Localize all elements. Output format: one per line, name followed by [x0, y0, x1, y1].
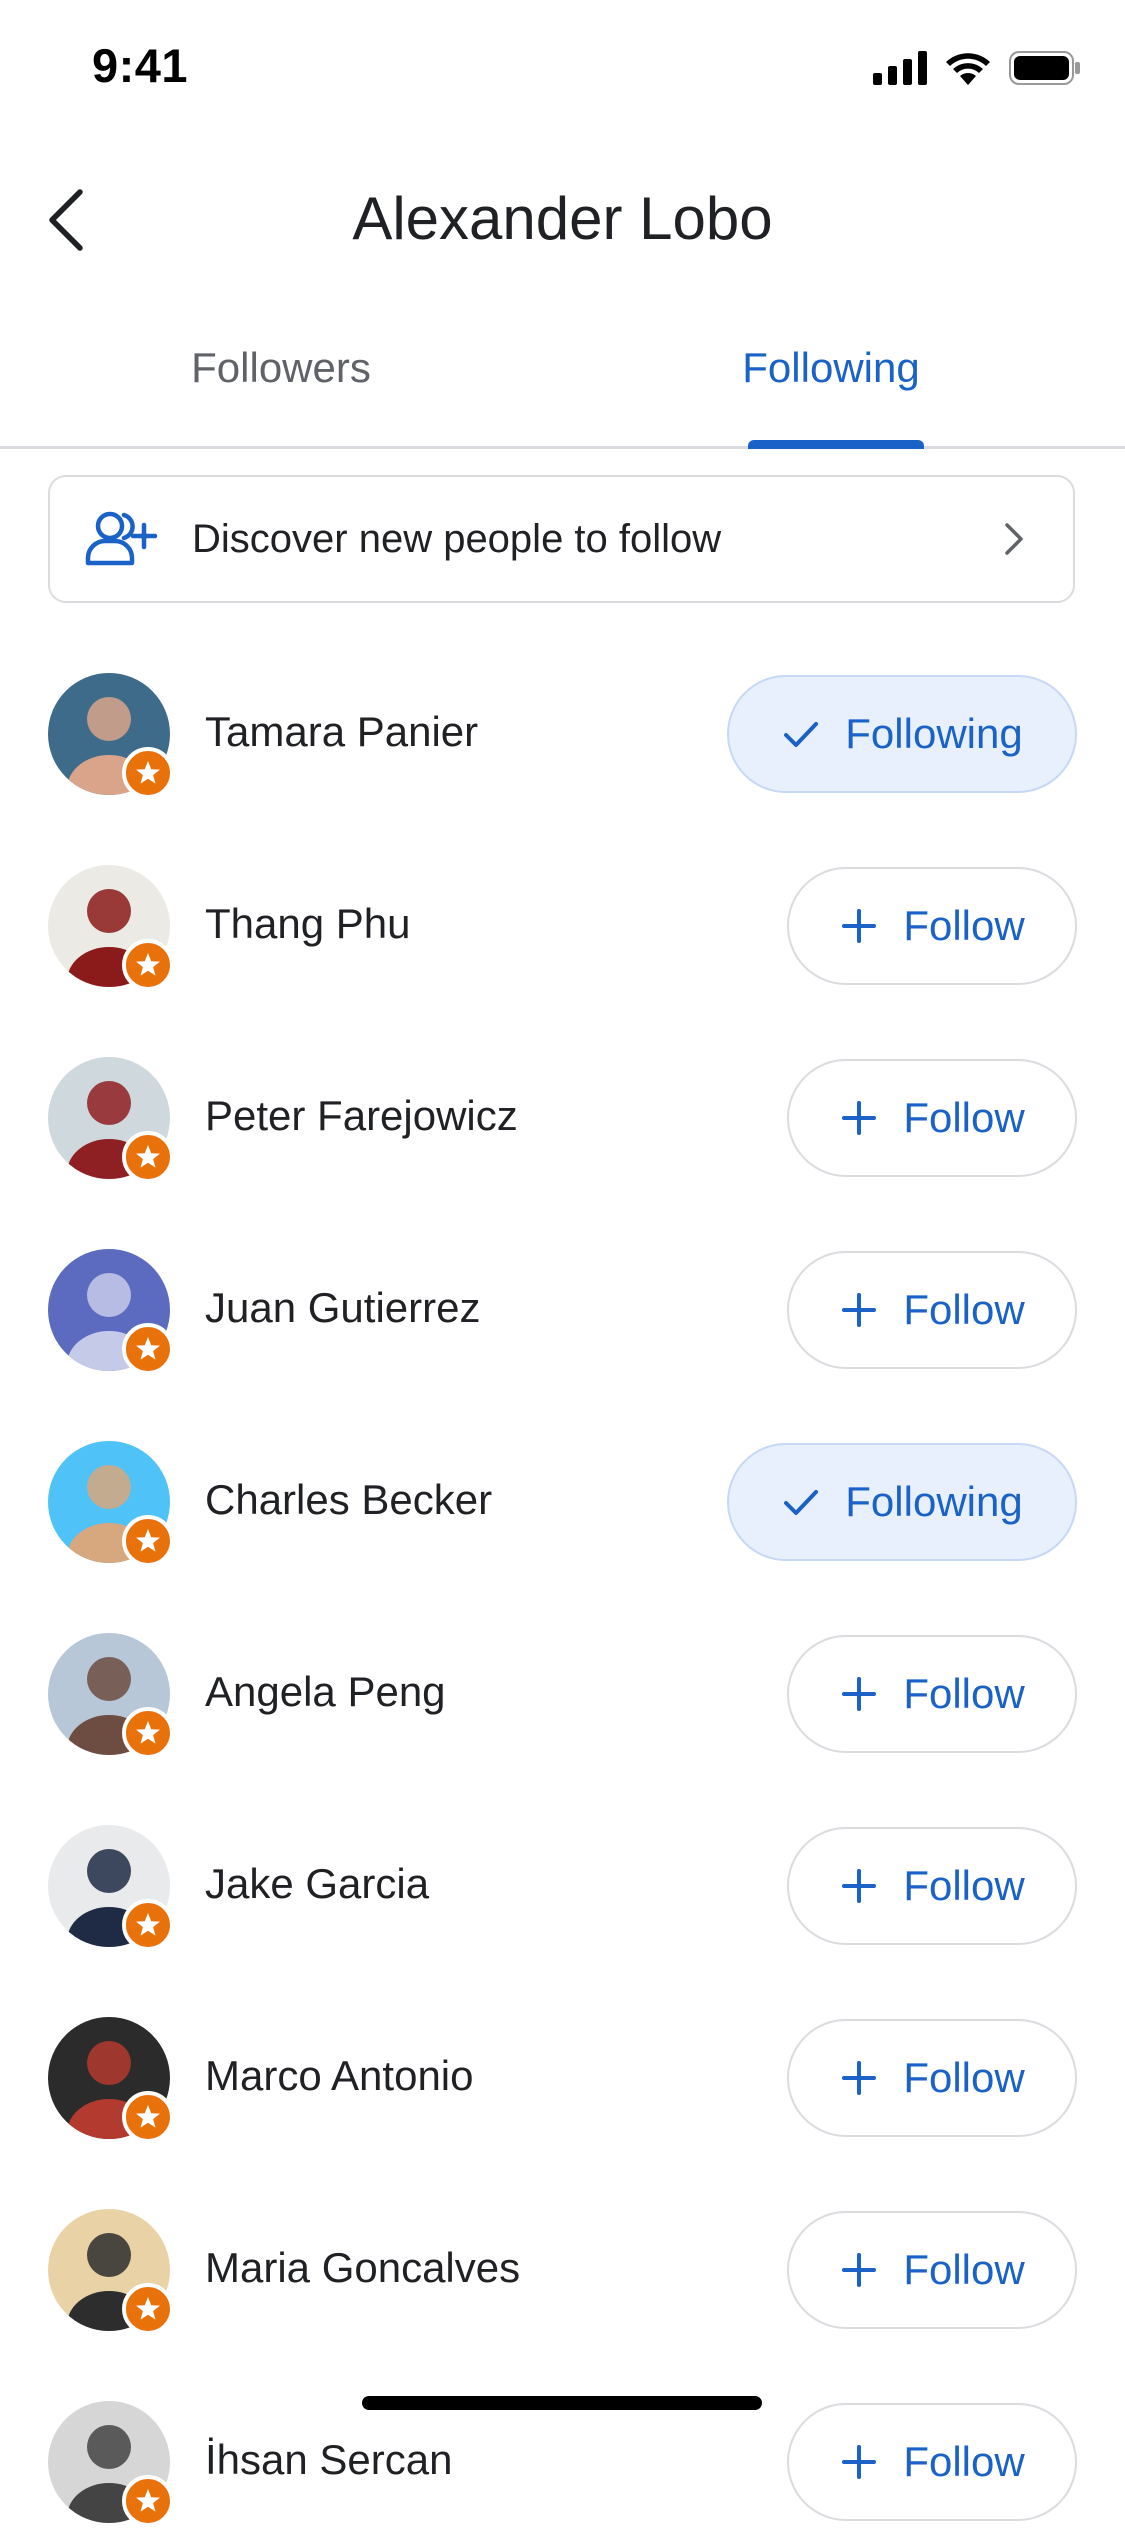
- page-title: Alexander Lobo: [352, 185, 773, 252]
- star-icon: [136, 1337, 160, 1360]
- star-icon: [136, 1145, 160, 1168]
- status-time: 9:41: [92, 39, 189, 92]
- tab-bar: Followers Following: [0, 330, 1125, 449]
- person-name: Peter Farejowicz: [205, 1092, 518, 1139]
- list-item[interactable]: Jake Garcia Follow: [0, 1812, 1125, 1962]
- list-item[interactable]: Juan Gutierrez Follow: [0, 1236, 1125, 1386]
- tab-following[interactable]: Following: [550, 344, 1112, 392]
- person-name: Tamara Panier: [205, 708, 479, 755]
- follow-button-label: Follow: [903, 902, 1025, 949]
- star-icon: [136, 953, 160, 976]
- local-guide-badge: [122, 2091, 174, 2143]
- star-icon: [136, 1721, 160, 1744]
- chevron-right-icon: [1005, 523, 1023, 555]
- plus-icon: [842, 1869, 877, 1903]
- follow-button[interactable]: Follow: [787, 1827, 1077, 1945]
- follow-button[interactable]: Follow: [787, 1635, 1077, 1753]
- star-icon: [136, 2105, 160, 2128]
- star-icon: [136, 1913, 160, 1936]
- following-button[interactable]: Following: [727, 1443, 1077, 1561]
- local-guide-badge: [122, 1131, 174, 1183]
- home-indicator: [362, 2396, 762, 2410]
- avatar-container: [48, 1057, 174, 1183]
- avatar-container: [48, 2209, 174, 2335]
- plus-icon: [842, 909, 877, 943]
- star-icon: [136, 761, 160, 784]
- plus-icon: [842, 1101, 877, 1135]
- person-name: Maria Goncalves: [205, 2244, 521, 2291]
- list-item[interactable]: Tamara Panier Following: [0, 660, 1125, 810]
- add-person-icon: [85, 511, 158, 566]
- status-icons: [873, 46, 1081, 90]
- local-guide-badge: [122, 939, 174, 991]
- follow-button-label: Follow: [903, 1862, 1025, 1909]
- cellular-signal-icon: [873, 51, 927, 85]
- list-item[interactable]: Marco Antonio Follow: [0, 2004, 1125, 2154]
- follow-button[interactable]: Follow: [787, 2403, 1077, 2521]
- app-header: Alexander Lobo: [0, 160, 1125, 280]
- person-name: Juan Gutierrez: [205, 1284, 481, 1331]
- checkmark-icon: [784, 722, 819, 747]
- star-icon: [136, 1529, 160, 1552]
- person-name: Thang Phu: [205, 900, 411, 947]
- list-item[interactable]: Thang Phu Follow: [0, 852, 1125, 1002]
- avatar-container: [48, 865, 174, 991]
- list-item[interactable]: Charles Becker Following: [0, 1428, 1125, 1578]
- person-name: Angela Peng: [205, 1668, 446, 1715]
- list-item[interactable]: Angela Peng Follow: [0, 1620, 1125, 1770]
- checkmark-icon: [784, 1490, 819, 1515]
- follow-button-label: Following: [845, 710, 1023, 757]
- status-bar: 9:41: [0, 0, 1125, 140]
- follow-button[interactable]: Follow: [787, 2019, 1077, 2137]
- follow-button-label: Follow: [903, 2054, 1025, 2101]
- local-guide-badge: [122, 1707, 174, 1759]
- list-item[interactable]: Maria Goncalves Follow: [0, 2196, 1125, 2346]
- plus-icon: [842, 1293, 877, 1327]
- follow-button[interactable]: Follow: [787, 867, 1077, 985]
- avatar-container: [48, 1825, 174, 1951]
- avatar-container: [48, 1249, 174, 1375]
- follow-button-label: Follow: [903, 1286, 1025, 1333]
- person-name: Marco Antonio: [205, 2052, 474, 2099]
- following-button[interactable]: Following: [727, 675, 1077, 793]
- list-item[interactable]: İhsan Sercan Follow: [0, 2388, 1125, 2538]
- avatar-container: [48, 2401, 174, 2527]
- discover-people-card[interactable]: Discover new people to follow: [48, 475, 1075, 603]
- tab-followers[interactable]: Followers: [0, 344, 562, 392]
- follow-button-label: Follow: [903, 1670, 1025, 1717]
- star-icon: [136, 2489, 160, 2512]
- active-tab-indicator: [748, 440, 924, 449]
- local-guide-badge: [122, 1899, 174, 1951]
- local-guide-badge: [122, 1323, 174, 1375]
- avatar-container: [48, 2017, 174, 2143]
- follow-button-label: Follow: [903, 2438, 1025, 2485]
- avatar-container: [48, 1441, 174, 1567]
- follow-button[interactable]: Follow: [787, 1059, 1077, 1177]
- discover-label: Discover new people to follow: [192, 516, 722, 561]
- follow-button-label: Follow: [903, 1094, 1025, 1141]
- local-guide-badge: [122, 2283, 174, 2335]
- battery-icon: [1009, 51, 1080, 85]
- follow-button[interactable]: Follow: [787, 1251, 1077, 1369]
- plus-icon: [842, 2061, 877, 2095]
- follow-button[interactable]: Follow: [787, 2211, 1077, 2329]
- list-item[interactable]: Peter Farejowicz Follow: [0, 1044, 1125, 1194]
- avatar-container: [48, 1633, 174, 1759]
- person-name: Charles Becker: [205, 1476, 493, 1523]
- plus-icon: [842, 2445, 877, 2479]
- local-guide-badge: [122, 2475, 174, 2527]
- follow-button-label: Following: [845, 1478, 1023, 1525]
- star-icon: [136, 2297, 160, 2320]
- local-guide-badge: [122, 1515, 174, 1567]
- follow-button-label: Follow: [903, 2246, 1025, 2293]
- plus-icon: [842, 1677, 877, 1711]
- wifi-icon: [946, 53, 990, 85]
- local-guide-badge: [122, 747, 174, 799]
- avatar-container: [48, 673, 174, 799]
- plus-icon: [842, 2253, 877, 2287]
- person-name: İhsan Sercan: [205, 2436, 453, 2483]
- person-name: Jake Garcia: [205, 1860, 430, 1907]
